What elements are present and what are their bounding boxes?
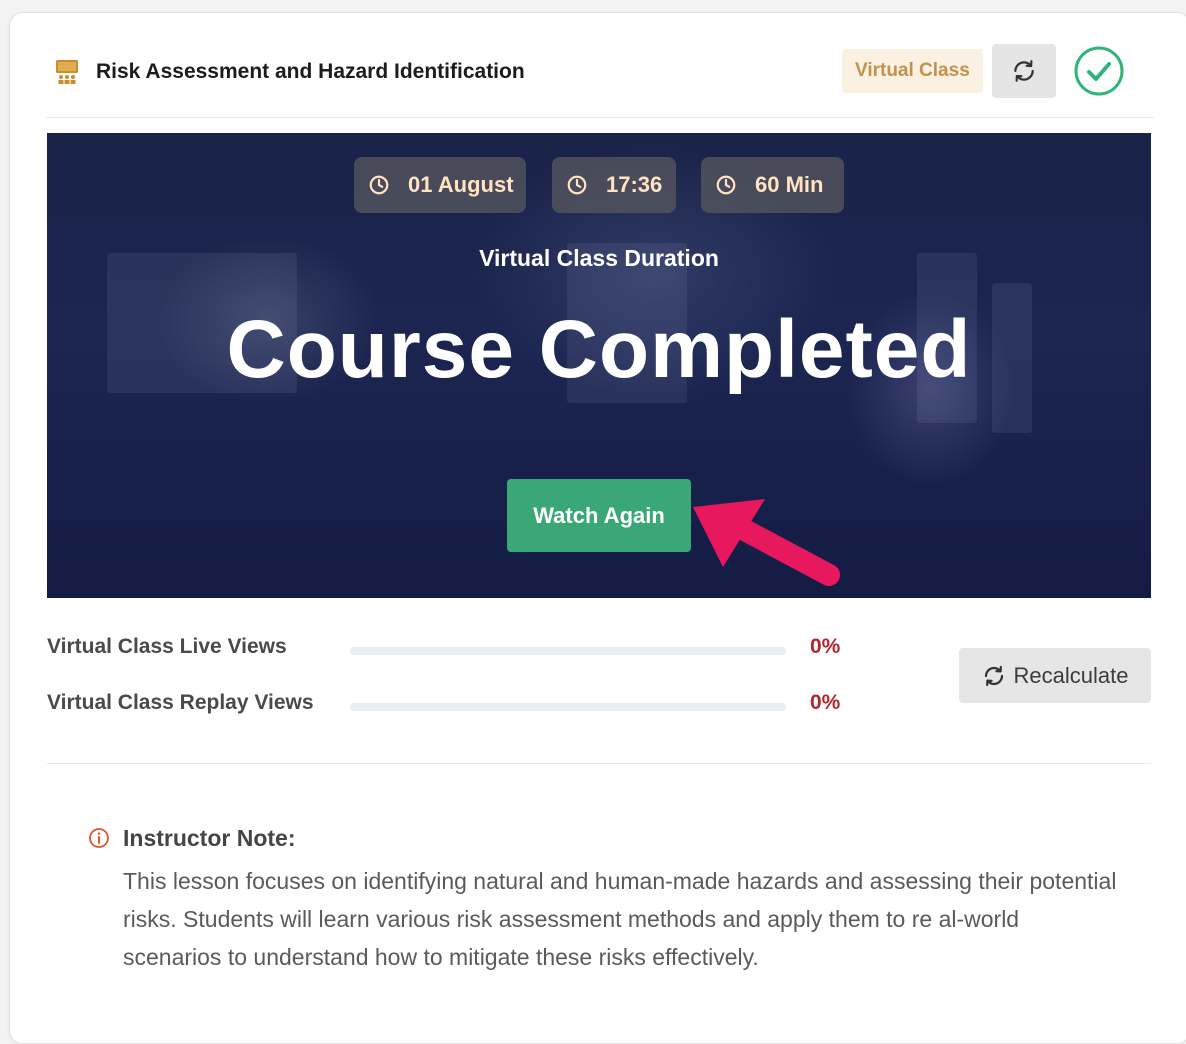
refresh-button[interactable] xyxy=(992,44,1056,98)
replay-views-label: Virtual Class Replay Views xyxy=(47,691,314,714)
refresh-icon xyxy=(1014,60,1034,82)
clock-icon xyxy=(567,175,587,195)
replay-views-row: Virtual Class Replay Views 0% xyxy=(47,691,867,721)
live-views-percent: 0% xyxy=(810,635,841,658)
clock-icon xyxy=(716,175,736,195)
replay-views-percent: 0% xyxy=(810,691,841,714)
instructor-note-title: Instructor Note: xyxy=(123,825,296,851)
instructor-note-text: This lesson focuses on identifying natur… xyxy=(123,868,1117,970)
recalculate-label: Recalculate xyxy=(1013,662,1129,688)
lesson-title: Risk Assessment and Hazard Identificatio… xyxy=(96,60,525,83)
check-circle-icon xyxy=(1074,46,1124,96)
arrow-pointer-icon xyxy=(693,499,840,586)
card-header: Risk Assessment and Hazard Identificatio… xyxy=(46,39,1154,118)
clock-icon xyxy=(369,175,389,195)
refresh-icon xyxy=(984,665,1003,686)
live-views-progress xyxy=(350,647,786,655)
lesson-card: Risk Assessment and Hazard Identificatio… xyxy=(9,12,1186,1044)
classroom-icon xyxy=(56,60,78,84)
recalculate-button[interactable]: Recalculate xyxy=(959,648,1151,703)
info-icon xyxy=(89,828,109,848)
live-views-row: Virtual Class Live Views 0% xyxy=(47,635,867,665)
class-banner: 01 August 17:36 60 Min Virtual Class Dur… xyxy=(47,133,1151,598)
time-text: 17:36 xyxy=(606,172,663,197)
date-text: 01 August xyxy=(408,172,514,197)
date-pill: 01 August xyxy=(354,157,526,213)
watch-again-button[interactable]: Watch Again xyxy=(507,479,691,552)
duration-pill: 60 Min xyxy=(701,157,844,213)
live-views-label: Virtual Class Live Views xyxy=(47,635,287,658)
duration-label: Virtual Class Duration xyxy=(479,245,719,271)
class-type-badge: Virtual Class xyxy=(842,49,983,93)
course-status-heading: Course Completed xyxy=(226,304,972,395)
views-section: Virtual Class Live Views 0% Virtual Clas… xyxy=(47,613,1151,764)
time-pill: 17:36 xyxy=(552,157,676,213)
replay-views-progress xyxy=(350,703,786,711)
duration-text: 60 Min xyxy=(755,172,824,197)
